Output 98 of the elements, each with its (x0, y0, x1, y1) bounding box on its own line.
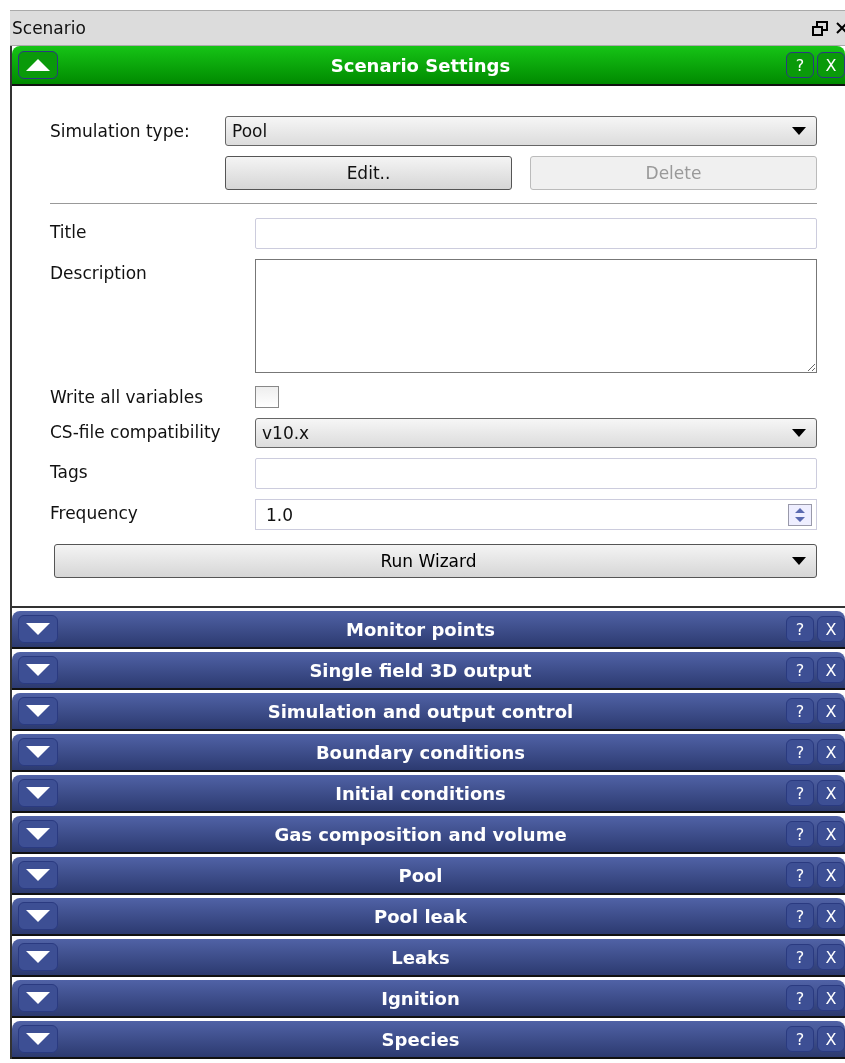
up-triangle-icon (26, 59, 50, 71)
section-header[interactable]: Pool ? X (12, 857, 845, 895)
toggle-button[interactable] (18, 902, 58, 930)
help-button[interactable]: ? (786, 780, 814, 806)
close-button[interactable]: X (817, 1026, 845, 1052)
field-label: Frequency (50, 502, 139, 523)
spinbox-value: 1.0 (266, 504, 294, 525)
toggle-button[interactable] (18, 656, 58, 684)
field-label: CS-file compatibility (50, 421, 222, 442)
toggle-button[interactable] (18, 943, 58, 971)
edit-button[interactable]: Edit.. (225, 156, 512, 190)
close-button[interactable]: X (817, 821, 845, 847)
help-button[interactable]: ? (786, 821, 814, 847)
down-triangle-icon (26, 869, 50, 881)
close-button[interactable]: X (817, 862, 845, 888)
simulation-type-dropdown[interactable]: Pool (225, 116, 817, 146)
section-title: Simulation and output control (266, 700, 575, 722)
help-button[interactable]: ? (786, 52, 814, 78)
section-header[interactable]: Species ? X (12, 1021, 845, 1059)
down-triangle-icon (26, 664, 50, 676)
window-title: Scenario (12, 18, 87, 38)
help-button[interactable]: ? (786, 862, 814, 888)
down-triangle-icon (26, 1033, 50, 1045)
section-title: Pool (397, 864, 444, 886)
text-field[interactable] (255, 458, 817, 489)
close-icon[interactable] (836, 21, 845, 35)
field-label: Write all variables (50, 386, 204, 407)
toggle-button[interactable] (18, 820, 58, 848)
section-title: Monitor points (345, 618, 496, 640)
section-header[interactable]: Single field 3D output ? X (12, 652, 845, 690)
down-triangle-icon (26, 746, 50, 758)
field-label: Simulation type: (50, 121, 191, 141)
close-button[interactable]: X (817, 739, 845, 765)
section-title: Ignition (380, 987, 461, 1009)
checkbox[interactable] (255, 386, 279, 408)
dropdown-value: Pool (232, 121, 268, 141)
help-button[interactable]: ? (786, 616, 814, 642)
toggle-button[interactable] (18, 738, 58, 766)
help-button[interactable]: ? (786, 944, 814, 970)
section-header[interactable]: Pool leak ? X (12, 898, 845, 936)
close-button[interactable]: X (817, 780, 845, 806)
close-button[interactable]: X (817, 698, 845, 724)
toggle-button[interactable] (18, 984, 58, 1012)
run-wizard-button[interactable]: Run Wizard (54, 544, 817, 578)
section-title: Initial conditions (334, 782, 507, 804)
compatibility-dropdown[interactable]: v10.x (255, 418, 817, 448)
down-triangle-icon (26, 787, 50, 799)
help-button[interactable]: ? (786, 698, 814, 724)
spin-arrows-icon[interactable] (788, 503, 812, 526)
help-button[interactable]: ? (786, 903, 814, 929)
section-header[interactable]: Monitor points ? X (12, 611, 845, 649)
restore-icon[interactable] (812, 20, 828, 36)
frequency-spinbox[interactable]: 1.0 (255, 499, 817, 530)
section-header[interactable]: Ignition ? X (12, 980, 845, 1018)
toggle-button[interactable] (18, 697, 58, 725)
section-header[interactable]: Scenario Settings ? X (12, 46, 845, 86)
caret-icon (792, 429, 806, 437)
section-title: Gas composition and volume (273, 823, 568, 845)
down-triangle-icon (26, 910, 50, 922)
close-button[interactable]: X (817, 52, 845, 78)
toggle-button[interactable] (18, 51, 58, 79)
section-header[interactable]: Gas composition and volume ? X (12, 816, 845, 854)
help-button[interactable]: ? (786, 657, 814, 683)
dropdown-value: v10.x (262, 423, 310, 443)
section-title: Pool leak (373, 905, 468, 927)
text-field[interactable] (255, 218, 817, 249)
down-triangle-icon (26, 705, 50, 717)
help-button[interactable]: ? (786, 985, 814, 1011)
down-triangle-icon (26, 992, 50, 1004)
toggle-button[interactable] (18, 1025, 58, 1053)
field-label: Tags (50, 461, 89, 482)
section-title: Scenario Settings (329, 54, 512, 76)
section-header[interactable]: Boundary conditions ? X (12, 734, 845, 772)
caret-icon (792, 127, 806, 135)
section-title: Species (380, 1028, 461, 1050)
close-button[interactable]: X (817, 944, 845, 970)
close-button[interactable]: X (817, 985, 845, 1011)
field-label: Description (50, 262, 148, 283)
close-button[interactable]: X (817, 616, 845, 642)
help-button[interactable]: ? (786, 739, 814, 765)
close-button[interactable]: X (817, 657, 845, 683)
caret-icon (792, 557, 806, 565)
section-header[interactable]: Simulation and output control ? X (12, 693, 845, 731)
down-triangle-icon (26, 951, 50, 963)
section-header[interactable]: Leaks ? X (12, 939, 845, 977)
field-label: Title (50, 221, 88, 242)
description-field[interactable] (255, 259, 817, 373)
down-triangle-icon (26, 623, 50, 635)
close-button[interactable]: X (817, 903, 845, 929)
section-title: Leaks (390, 946, 451, 968)
toggle-button[interactable] (18, 779, 58, 807)
section-title: Single field 3D output (308, 659, 533, 681)
down-triangle-icon (26, 828, 50, 840)
help-button[interactable]: ? (786, 1026, 814, 1052)
section-title: Boundary conditions (314, 741, 527, 763)
section-header[interactable]: Initial conditions ? X (12, 775, 845, 813)
toggle-button[interactable] (18, 861, 58, 889)
toggle-button[interactable] (18, 615, 58, 643)
